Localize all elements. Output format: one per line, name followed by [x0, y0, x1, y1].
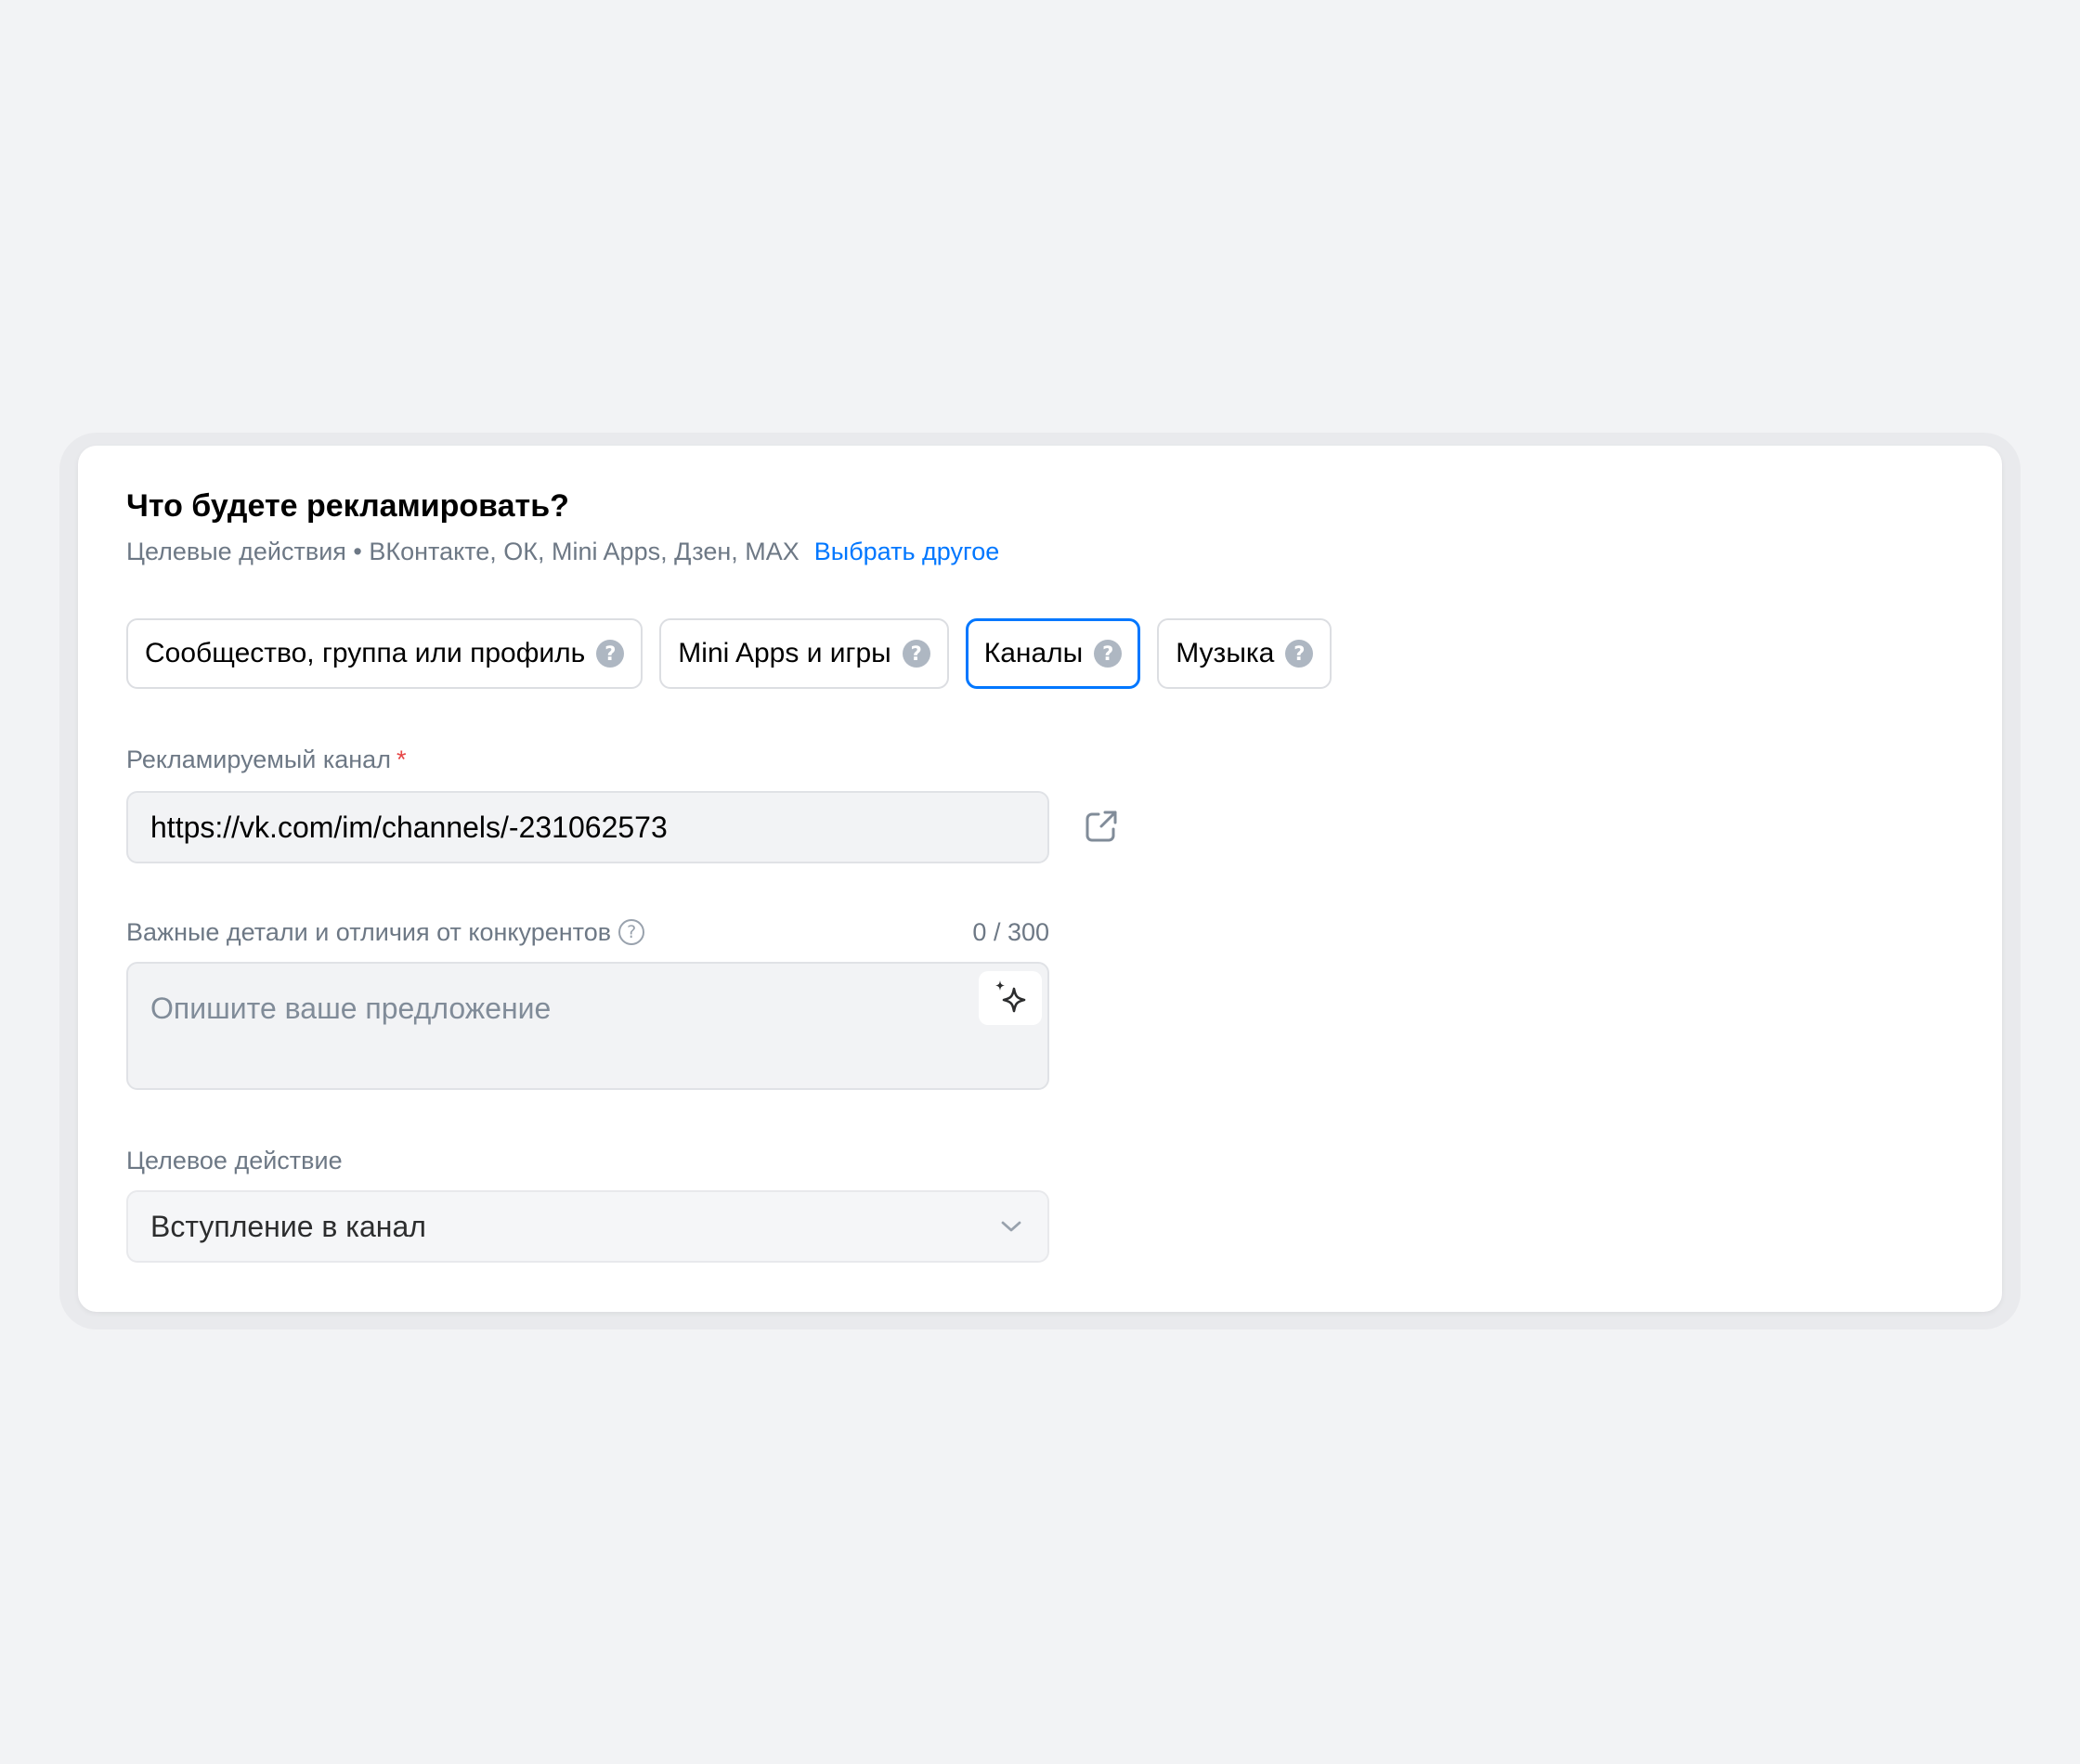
target-action-label: Целевое действие [126, 1147, 343, 1174]
channel-label-text: Рекламируемый канал [126, 746, 391, 773]
choose-other-link[interactable]: Выбрать другое [814, 538, 1000, 565]
channel-url-value: https://vk.com/im/channels/-231062573 [150, 810, 668, 844]
section-title: Что будете рекламировать? [126, 488, 569, 524]
help-circle-icon[interactable]: ? [596, 640, 625, 668]
chevron-down-icon [1001, 1221, 1021, 1232]
channel-url-input[interactable]: https://vk.com/im/channels/-231062573 [126, 791, 1049, 863]
help-circle-icon[interactable]: ? [1285, 640, 1314, 668]
help-circle-icon[interactable]: ? [1094, 640, 1123, 668]
advertise-object-card: Что будете рекламировать? Целевые действ… [78, 446, 2002, 1312]
tab-label: Сообщество, группа или профиль [145, 638, 586, 668]
tab-label: Каналы [983, 638, 1084, 668]
tab-music[interactable]: Музыка ? [1157, 618, 1332, 689]
details-label-text: Важные детали и отличия от конкурентов [126, 918, 612, 946]
target-action-select[interactable]: Вступление в канал [126, 1190, 1049, 1263]
subtitle-text: Целевые действия • ВКонтакте, ОК, Mini A… [126, 538, 800, 565]
details-placeholder: Опишите ваше предложение [150, 992, 552, 1025]
tab-community[interactable]: Сообщество, группа или профиль ? [126, 618, 644, 689]
details-field-label: Важные детали и отличия от конкурентов? [126, 915, 645, 949]
character-counter: 0 / 300 [972, 918, 1049, 946]
ai-generate-button[interactable] [979, 971, 1042, 1025]
help-circle-icon[interactable]: ? [902, 640, 930, 668]
external-link-icon[interactable] [1081, 806, 1122, 847]
sparkle-icon [995, 980, 1026, 1013]
section-subtitle: Целевые действия • ВКонтакте, ОК, Mini A… [126, 535, 999, 568]
tab-label: Mini Apps и игры [678, 638, 891, 668]
tab-channels[interactable]: Каналы ? [965, 618, 1141, 689]
object-type-tabs: Сообщество, группа или профиль ? Mini Ap… [126, 618, 1332, 689]
help-circle-icon[interactable]: ? [618, 918, 645, 945]
tab-label: Музыка [1176, 638, 1275, 668]
target-action-value: Вступление в канал [150, 1209, 426, 1243]
channel-field-label: Рекламируемый канал * [126, 743, 406, 776]
tab-mini-apps[interactable]: Mini Apps и игры ? [659, 618, 949, 689]
required-mark: * [396, 746, 407, 773]
details-textarea[interactable]: Опишите ваше предложение [126, 962, 1049, 1090]
